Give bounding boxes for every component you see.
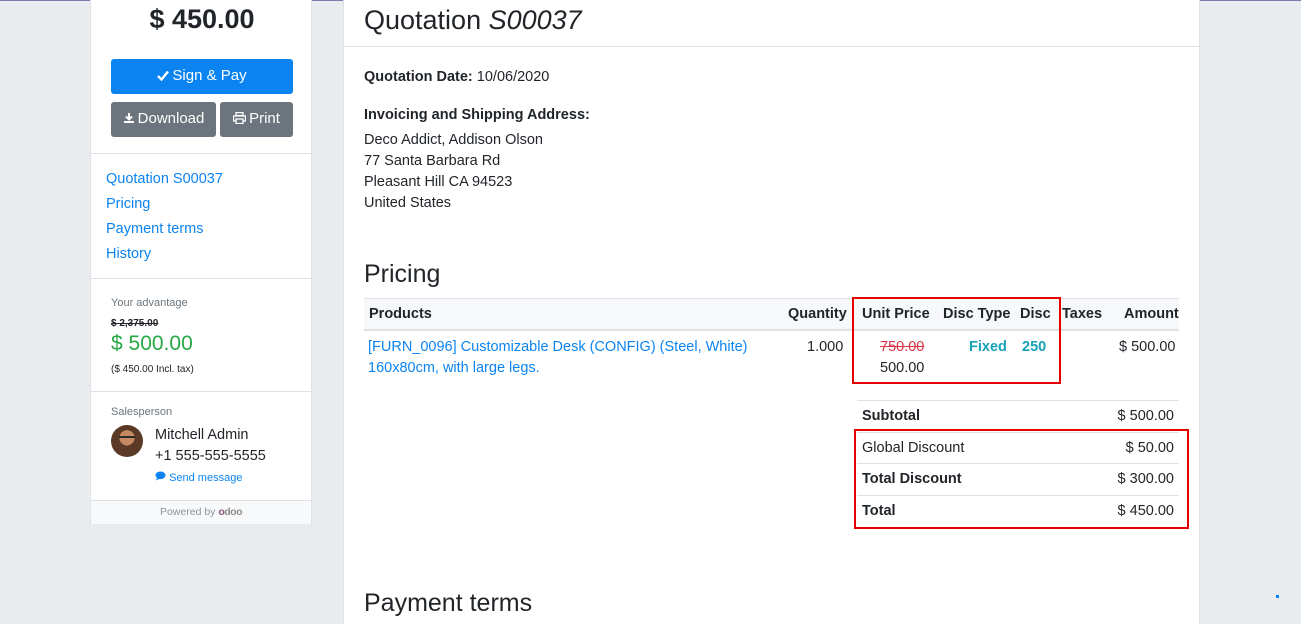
nav-pricing-link[interactable]: Pricing: [106, 196, 150, 212]
global-discount-row: Global Discount $ 50.00: [857, 432, 1179, 463]
nav-history-link[interactable]: History: [106, 246, 151, 262]
quotation-date: Quotation Date: 10/06/2020: [364, 69, 549, 85]
disc-cell: 250: [1022, 339, 1047, 355]
powered-by-footer: Powered by odoo: [91, 500, 311, 524]
advantage-title: Your advantage: [111, 297, 188, 309]
salesperson-phone: +1 555-555-5555: [155, 448, 266, 464]
send-message-label: Send message: [169, 472, 243, 484]
salesperson-name: Mitchell Admin: [155, 427, 249, 443]
pricing-heading: Pricing: [364, 260, 441, 288]
page-title: Quotation S00037: [364, 5, 582, 36]
total-discount-value: $ 300.00: [1117, 471, 1174, 487]
address-line: Deco Addict, Addison Olson: [364, 132, 543, 148]
table-header: [364, 298, 1179, 331]
download-icon: [123, 113, 134, 123]
sidebar-divider: [91, 153, 311, 154]
nav-quotation-link[interactable]: Quotation S00037: [106, 171, 223, 187]
sidebar-divider: [91, 391, 311, 392]
global-discount-label: Global Discount: [862, 440, 965, 456]
product-link[interactable]: [FURN_0096] Customizable Desk (CONFIG) (…: [368, 339, 748, 355]
advantage-old-price: $ 2,375.00: [111, 318, 159, 329]
title-divider: [344, 46, 1199, 47]
sign-pay-label: Sign & Pay: [172, 67, 247, 84]
payment-terms-heading: Payment terms: [364, 589, 533, 617]
quotation-document: Quotation S00037 Quotation Date: 10/06/2…: [343, 0, 1200, 624]
download-label: Download: [137, 110, 205, 127]
product-link-line2[interactable]: 160x80cm, with large legs.: [368, 360, 540, 376]
salesperson-avatar: [111, 425, 143, 457]
subtotal-row: Subtotal $ 500.00: [857, 400, 1179, 431]
print-button[interactable]: Print: [220, 102, 293, 137]
total-label: Total: [862, 503, 896, 519]
sidebar: $ 450.00 Sign & Pay Download Print Quota…: [90, 0, 312, 524]
nav-payment-terms-link[interactable]: Payment terms: [106, 221, 204, 237]
quotation-date-label: Quotation Date:: [364, 69, 473, 85]
col-disc: Disc: [1020, 306, 1051, 322]
subtotal-label: Subtotal: [862, 408, 920, 424]
col-taxes: Taxes: [1062, 306, 1103, 322]
amount-cell: $ 500.00: [1119, 339, 1176, 355]
subtotal-value: $ 500.00: [1117, 408, 1174, 424]
total-value: $ 450.00: [1117, 503, 1174, 519]
powered-by-text: Powered by: [159, 506, 216, 518]
scroll-indicator: [1276, 595, 1279, 598]
title-prefix: Quotation: [364, 5, 482, 35]
salesperson-title: Salesperson: [111, 406, 173, 418]
global-discount-value: $ 50.00: [1125, 440, 1174, 456]
print-label: Print: [249, 110, 280, 127]
printer-icon: [232, 111, 247, 125]
advantage-incl-tax: ($ 450.00 Incl. tax): [111, 364, 194, 375]
address-line: United States: [364, 195, 452, 211]
check-icon: [157, 70, 170, 82]
quotation-date-value: 10/06/2020: [476, 69, 550, 85]
total-row: Total $ 450.00: [857, 495, 1179, 526]
advantage-new-price: $ 500.00: [111, 332, 193, 355]
quantity-cell: 1.000: [807, 339, 844, 355]
col-disc-type: Disc Type: [943, 306, 1011, 322]
sidebar-divider: [91, 278, 311, 279]
total-discount-row: Total Discount $ 300.00: [857, 463, 1179, 494]
unit-price-old: 750.00: [880, 339, 925, 355]
send-message-link[interactable]: Send message: [155, 471, 242, 484]
quotation-number: S00037: [488, 5, 582, 35]
download-button[interactable]: Download: [111, 102, 216, 137]
chat-bubble-icon: [155, 471, 166, 481]
col-quantity: Quantity: [788, 306, 847, 322]
sign-pay-button[interactable]: Sign & Pay: [111, 59, 293, 94]
unit-price-cell: 500.00: [880, 360, 925, 376]
col-amount: Amount: [1124, 306, 1179, 322]
odoo-logo[interactable]: odoo: [218, 506, 242, 518]
disc-type-cell: Fixed: [969, 339, 1007, 355]
col-unit-price: Unit Price: [862, 306, 930, 322]
total-discount-label: Total Discount: [862, 471, 962, 487]
address-line: 77 Santa Barbara Rd: [364, 153, 501, 169]
address-line: Pleasant Hill CA 94523: [364, 174, 513, 190]
odoo-logo-rest: doo: [224, 506, 243, 518]
col-products: Products: [369, 306, 432, 322]
avatar-glasses: [119, 436, 135, 442]
sidebar-total-amount: $ 450.00: [149, 4, 255, 34]
address-label: Invoicing and Shipping Address:: [364, 107, 590, 123]
